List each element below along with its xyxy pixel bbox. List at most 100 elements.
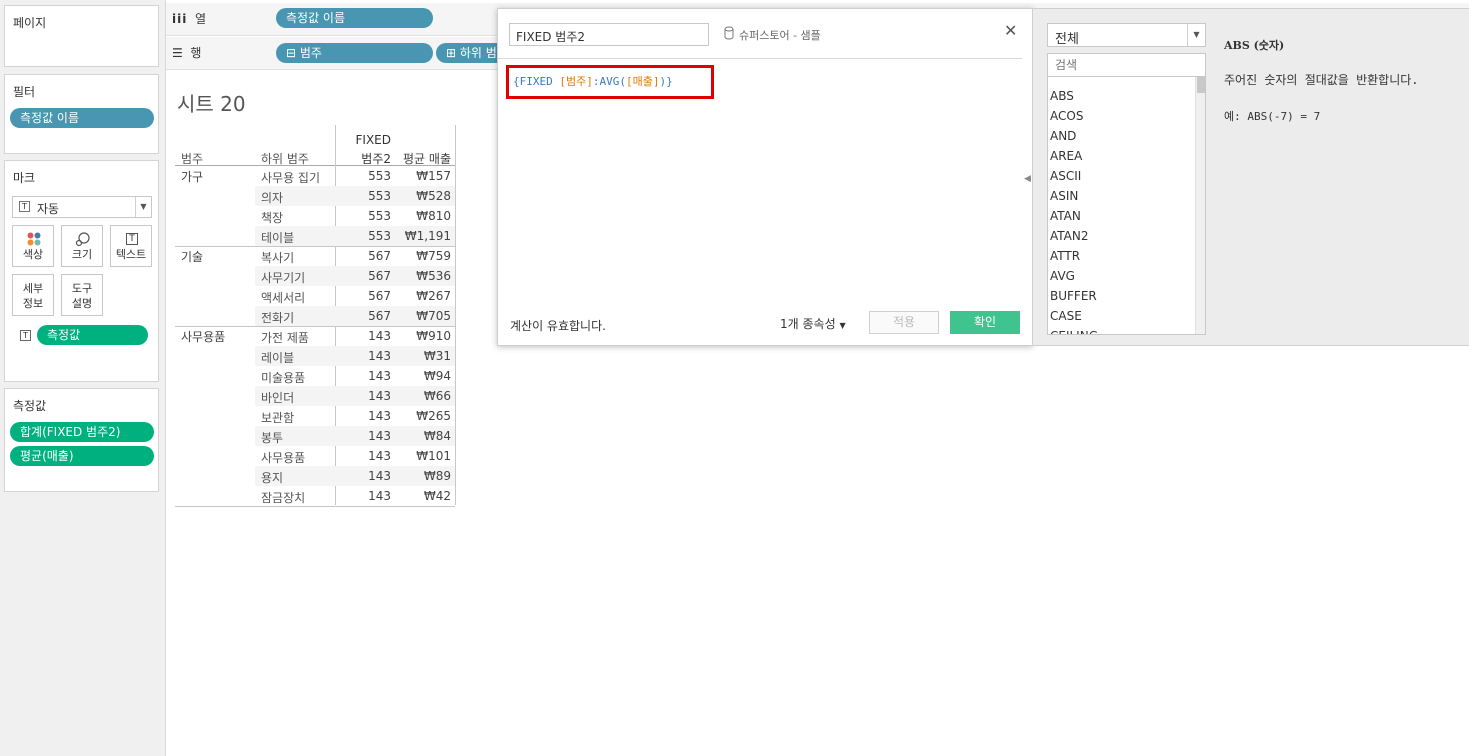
expand-icon: ⊞ bbox=[446, 46, 457, 60]
chevron-down-icon: ▼ bbox=[135, 197, 151, 217]
avg-sales-cell: ₩31 bbox=[423, 349, 451, 363]
fixed-value-cell: 567 bbox=[368, 269, 391, 283]
apply-button[interactable]: 적용 bbox=[869, 311, 939, 334]
avg-sales-cell: ₩810 bbox=[416, 209, 451, 223]
filters-card[interactable]: 필터 측정값 이름 bbox=[4, 74, 159, 154]
group-divider bbox=[175, 246, 455, 247]
pages-card[interactable]: 페이지 bbox=[4, 5, 159, 67]
formula-editor[interactable]: {FIXED [범주]:AVG([매출])} bbox=[513, 73, 673, 89]
avg-sales-cell: ₩705 bbox=[416, 309, 451, 323]
rows-pill-category[interactable]: ⊟ 범주 bbox=[276, 43, 433, 63]
function-item[interactable]: BUFFER bbox=[1050, 286, 1097, 306]
avg-sales-cell: ₩84 bbox=[423, 429, 451, 443]
header-fixed-line1: FIXED bbox=[355, 133, 391, 147]
function-item[interactable]: ATAN2 bbox=[1050, 226, 1089, 246]
columns-pill-measure-names[interactable]: 측정값 이름 bbox=[276, 8, 433, 28]
rows-icon: ☰ bbox=[172, 46, 183, 60]
avg-sales-cell: ₩1,191 bbox=[404, 229, 451, 243]
database-icon bbox=[724, 26, 734, 43]
subcategory-cell: 가전 제품 bbox=[261, 331, 309, 345]
measure-pill-avg-sales[interactable]: 평균(매출) bbox=[10, 446, 154, 466]
function-item[interactable]: ATAN bbox=[1050, 206, 1081, 226]
collapse-icon: ⊟ bbox=[286, 46, 297, 60]
scrollbar-thumb[interactable] bbox=[1197, 77, 1205, 93]
fixed-value-cell: 553 bbox=[368, 229, 391, 243]
function-list-scrollbar[interactable] bbox=[1195, 77, 1205, 334]
pages-title: 페이지 bbox=[13, 16, 47, 30]
subcategory-cell: 봉투 bbox=[261, 431, 284, 445]
function-item[interactable]: ABS bbox=[1050, 86, 1074, 106]
size-label: 크기 bbox=[71, 248, 93, 261]
subcategory-cell: 잠금장치 bbox=[261, 491, 306, 505]
avg-sales-cell: ₩94 bbox=[423, 369, 451, 383]
avg-sales-cell: ₩157 bbox=[416, 169, 451, 183]
size-button[interactable]: 크기 bbox=[61, 225, 103, 267]
dependencies-dropdown[interactable]: 1개 종속성 ▼ bbox=[780, 315, 846, 332]
datasource-label: 슈퍼스토어 - 샘플 bbox=[739, 29, 821, 42]
subcategory-cell: 의자 bbox=[261, 191, 284, 205]
mark-pill-measure-values[interactable]: 측정값 bbox=[37, 325, 148, 345]
fixed-value-cell: 567 bbox=[368, 249, 391, 263]
detail-button[interactable]: 세부 정보 bbox=[12, 274, 54, 316]
subcategory-cell: 사무용 집기 bbox=[261, 171, 321, 185]
function-item[interactable]: ASCII bbox=[1050, 166, 1081, 186]
group-divider bbox=[175, 326, 455, 327]
fixed-value-cell: 553 bbox=[368, 169, 391, 183]
function-help-title: ABS (숫자) bbox=[1224, 39, 1285, 52]
color-button[interactable]: 색상 bbox=[12, 225, 54, 267]
avg-sales-cell: ₩265 bbox=[416, 409, 451, 423]
right-border bbox=[455, 125, 456, 505]
collapse-arrow-icon[interactable]: ◀ bbox=[1024, 174, 1031, 184]
function-item[interactable]: AREA bbox=[1050, 146, 1082, 166]
subcategory-cell: 책장 bbox=[261, 211, 284, 225]
measures-title: 측정값 bbox=[13, 399, 47, 413]
header-divider bbox=[175, 165, 455, 166]
subcategory-cell: 사무기기 bbox=[261, 271, 306, 285]
fixed-value-cell: 553 bbox=[368, 209, 391, 223]
fixed-value-cell: 143 bbox=[368, 449, 391, 463]
function-help-example: 예: ABS(-7) = 7 bbox=[1224, 110, 1321, 123]
function-category-dropdown[interactable]: 전체 ▼ bbox=[1047, 23, 1206, 47]
color-dots-icon bbox=[27, 232, 41, 246]
ok-button[interactable]: 확인 bbox=[950, 311, 1020, 334]
text-icon: T bbox=[126, 233, 138, 245]
fixed-value-cell: 143 bbox=[368, 409, 391, 423]
avg-sales-cell: ₩759 bbox=[416, 249, 451, 263]
fixed-value-cell: 143 bbox=[368, 349, 391, 363]
avg-sales-cell: ₩528 bbox=[416, 189, 451, 203]
function-search-input[interactable] bbox=[1047, 53, 1206, 77]
avg-sales-cell: ₩66 bbox=[423, 389, 451, 403]
text-icon: T bbox=[20, 330, 31, 341]
text-button[interactable]: T 텍스트 bbox=[110, 225, 152, 267]
function-item[interactable]: AND bbox=[1050, 126, 1076, 146]
calculation-dialog: FIXED 범주2 슈퍼스토어 - 샘플 ✕ {FIXED [범주]:AVG([… bbox=[497, 8, 1033, 346]
avg-sales-cell: ₩89 bbox=[423, 469, 451, 483]
function-item[interactable]: ASIN bbox=[1050, 186, 1078, 206]
marks-card: 마크 T 자동 ▼ 색상 크기 T 텍스트 세부 정보 도구 설명 T 측정값 bbox=[4, 160, 159, 382]
marks-title: 마크 bbox=[13, 171, 36, 185]
function-item[interactable]: CEILING bbox=[1050, 326, 1098, 334]
tooltip-button[interactable]: 도구 설명 bbox=[61, 274, 103, 316]
fixed-value-cell: 143 bbox=[368, 329, 391, 343]
avg-sales-cell: ₩910 bbox=[416, 329, 451, 343]
filter-pill-measure-names[interactable]: 측정값 이름 bbox=[10, 108, 154, 128]
close-icon[interactable]: ✕ bbox=[1004, 23, 1017, 39]
function-item[interactable]: CASE bbox=[1050, 306, 1082, 326]
calc-name-input[interactable]: FIXED 범주2 bbox=[509, 23, 709, 46]
measure-pill-fixed[interactable]: 합계(FIXED 범주2) bbox=[10, 422, 154, 442]
subcategory-cell: 바인더 bbox=[261, 391, 295, 405]
fixed-value-cell: 567 bbox=[368, 289, 391, 303]
function-list[interactable]: ABS ACOS AND AREA ASCII ASIN ATAN ATAN2 ATTR AVG B… bbox=[1047, 77, 1206, 335]
category-label: 기술 bbox=[181, 250, 204, 264]
left-sidebar: 페이지 필터 측정값 이름 마크 T 자동 ▼ 색상 크기 T 텍스트 세부 정… bbox=[0, 0, 166, 756]
function-item[interactable]: ACOS bbox=[1050, 106, 1083, 126]
mark-type-dropdown[interactable]: T 자동 ▼ bbox=[12, 196, 152, 218]
subcategory-cell: 테이블 bbox=[261, 231, 295, 245]
mark-type-label: 자동 bbox=[37, 202, 60, 216]
text-label: 텍스트 bbox=[115, 248, 147, 261]
function-item[interactable]: AVG bbox=[1050, 266, 1075, 286]
rows-pill-subcategory[interactable]: ⊞ 하위 범 bbox=[436, 43, 506, 63]
function-item[interactable]: ATTR bbox=[1050, 246, 1080, 266]
rows-shelf-label: ☰ 행 bbox=[172, 46, 202, 60]
fixed-value-cell: 143 bbox=[368, 389, 391, 403]
